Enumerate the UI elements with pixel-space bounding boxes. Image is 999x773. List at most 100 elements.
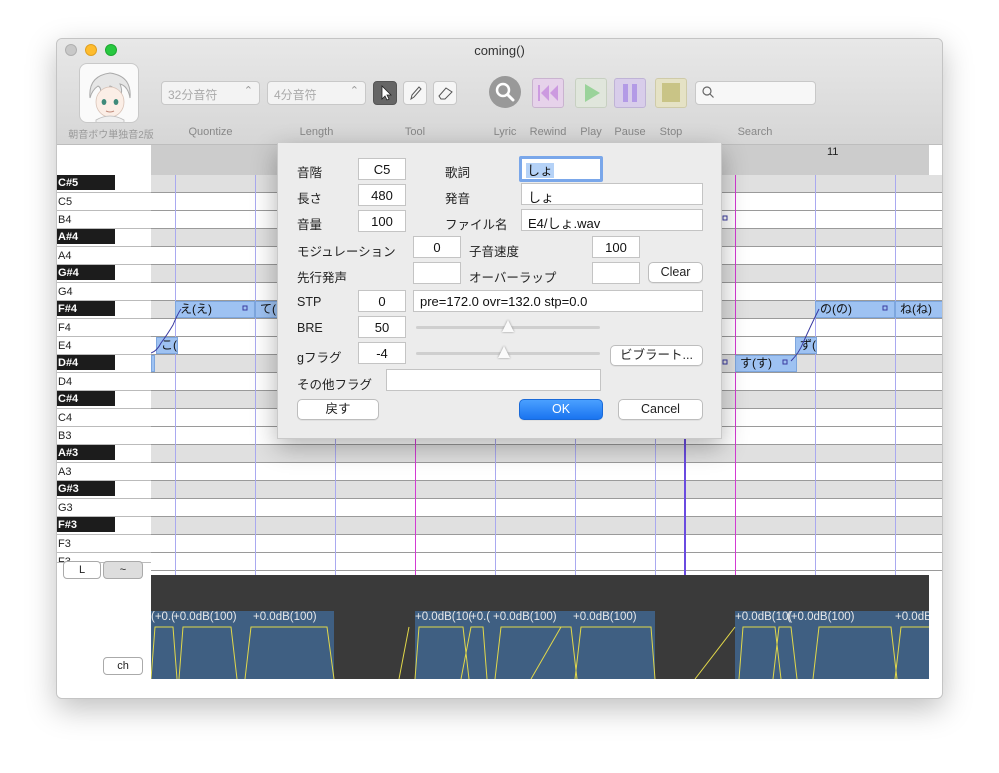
piano-key[interactable]: C#4 (57, 391, 151, 409)
bre-slider[interactable] (416, 320, 600, 334)
bre-field[interactable]: 50 (358, 316, 406, 338)
revert-button[interactable]: 戻す (297, 399, 379, 420)
slider-thumb[interactable] (498, 346, 511, 358)
pause-label: Pause (614, 126, 646, 138)
phoneme-field[interactable]: しょ (521, 183, 703, 205)
consonant-speed-field[interactable]: 100 (592, 236, 640, 258)
tilde-button[interactable]: ~ (103, 561, 143, 579)
piano-key[interactable]: A#4 (57, 229, 151, 247)
updown-chevron-icon: ⌃ (243, 85, 253, 97)
toolbar: coming() 朝音ボウ単独音2版 32分音符 ⌃ 4分音符 ⌃ Quonti… (57, 39, 942, 145)
stp-info-field[interactable]: pre=172.0 ovr=132.0 stp=0.0 (413, 290, 703, 312)
piano-key[interactable]: G4 (57, 283, 151, 301)
quantize-select[interactable]: 32分音符 ⌃ (161, 81, 260, 105)
lyric-label: 歌詞 (445, 166, 471, 180)
scale-label: 音階 (297, 166, 323, 180)
preutterance-label: 先行発声 (297, 271, 348, 285)
piano-key[interactable]: G3 (57, 499, 151, 517)
l-button[interactable]: L (63, 561, 101, 579)
voicebank-avatar[interactable] (79, 63, 139, 123)
piano-key[interactable]: F4 (57, 319, 151, 337)
piano-key[interactable]: D#4 (57, 355, 151, 373)
rewind-icon (538, 85, 558, 101)
envelope-label: (+0.( (151, 611, 175, 623)
search-icon (702, 86, 714, 98)
gflag-slider[interactable] (416, 346, 600, 360)
rewind-label: Rewind (529, 126, 567, 138)
length-select[interactable]: 4分音符 ⌃ (267, 81, 366, 105)
vibrato-button[interactable]: ビブラート... (610, 345, 703, 366)
lyric-value: しょ (526, 163, 555, 178)
ok-button[interactable]: OK (519, 399, 603, 420)
rewind-button[interactable] (532, 78, 564, 108)
volume-label: 音量 (297, 218, 323, 232)
piano-key[interactable]: F3 (57, 535, 151, 553)
modulation-field[interactable]: 0 (413, 236, 461, 258)
envelope-label: +0.0dB(100) (173, 611, 237, 623)
stop-label: Stop (659, 126, 683, 138)
consonant-speed-label: 子音速度 (469, 245, 520, 259)
cancel-button[interactable]: Cancel (618, 399, 703, 420)
piano-key[interactable]: C4 (57, 409, 151, 427)
piano-key[interactable]: D4 (57, 373, 151, 391)
slider-thumb[interactable] (502, 320, 514, 332)
length-field[interactable]: 480 (358, 184, 406, 206)
stp-field[interactable]: 0 (358, 290, 406, 312)
piano-key[interactable]: A#3 (57, 445, 151, 463)
piano-key[interactable]: E4 (57, 337, 151, 355)
play-label: Play (580, 126, 602, 138)
pause-icon (623, 84, 637, 102)
clear-button[interactable]: Clear (648, 262, 703, 283)
piano-key[interactable]: F#3 (57, 517, 151, 535)
play-button[interactable] (575, 78, 607, 108)
piano-key[interactable]: C#5 (57, 175, 151, 193)
search-label: Search (737, 126, 773, 138)
length-label: 長さ (297, 192, 323, 206)
scale-field[interactable]: C5 (358, 158, 406, 180)
stop-button[interactable] (655, 78, 687, 108)
magnifier-icon (495, 82, 515, 102)
lyric-search-button[interactable] (489, 76, 521, 108)
overlap-field[interactable] (592, 262, 640, 284)
ch-button[interactable]: ch (103, 657, 143, 675)
piano-key[interactable]: F#4 (57, 301, 151, 319)
tool-label: Tool (404, 126, 426, 138)
envelope-label: (+0.0dB(100) (787, 611, 855, 623)
eraser-icon (438, 87, 453, 100)
filename-field[interactable]: E4/しょ.wav (521, 209, 703, 231)
stop-icon (662, 83, 680, 102)
modulation-label: モジュレーション (297, 245, 396, 259)
piano-key[interactable]: B4 (57, 211, 151, 229)
envelope-label: +0.0dB(100) (253, 611, 317, 623)
piano-key[interactable]: C5 (57, 193, 151, 211)
piano-key[interactable]: G#4 (57, 265, 151, 283)
envelope-panel[interactable]: (+0.( +0.0dB(100) +0.0dB(100) +0.0dB(10(… (151, 575, 929, 679)
stp-label: STP (297, 295, 322, 309)
piano-key[interactable]: B3 (57, 427, 151, 445)
pause-button[interactable] (614, 78, 646, 108)
cursor-arrow-icon (381, 85, 392, 101)
pencil-tool-button[interactable] (403, 81, 427, 105)
piano-key[interactable]: A4 (57, 247, 151, 265)
volume-field[interactable]: 100 (358, 210, 406, 232)
piano-key[interactable]: G#3 (57, 481, 151, 499)
note-properties-dialog: 音階 C5 長さ 480 音量 100 歌詞 しょ 発音 しょ ファイル名 E4… (277, 143, 722, 439)
piano-keyboard: C#5 C5 B4 A#4 A4 G#4 G4 F#4 F4 E4 D#4 D4… (57, 145, 151, 575)
measure-number: 11 (827, 146, 839, 158)
piano-key[interactable]: A3 (57, 463, 151, 481)
lyric-field[interactable]: しょ (519, 156, 603, 182)
bre-label: BRE (297, 321, 323, 335)
preutterance-field[interactable] (413, 262, 461, 284)
other-flags-field[interactable] (386, 369, 601, 391)
gflag-label: gフラグ (297, 351, 342, 365)
voicebank-portrait-icon (89, 72, 131, 122)
gflag-field[interactable]: -4 (358, 342, 406, 364)
envelope-label: +0.( (470, 611, 491, 623)
quantize-label: Quontize (188, 126, 233, 138)
eraser-tool-button[interactable] (433, 81, 457, 105)
pointer-tool-button[interactable] (373, 81, 397, 105)
length-value: 4分音符 (274, 88, 317, 102)
pencil-icon (410, 86, 422, 101)
filename-label: ファイル名 (445, 218, 508, 232)
overlap-label: オーバーラップ (469, 271, 557, 285)
